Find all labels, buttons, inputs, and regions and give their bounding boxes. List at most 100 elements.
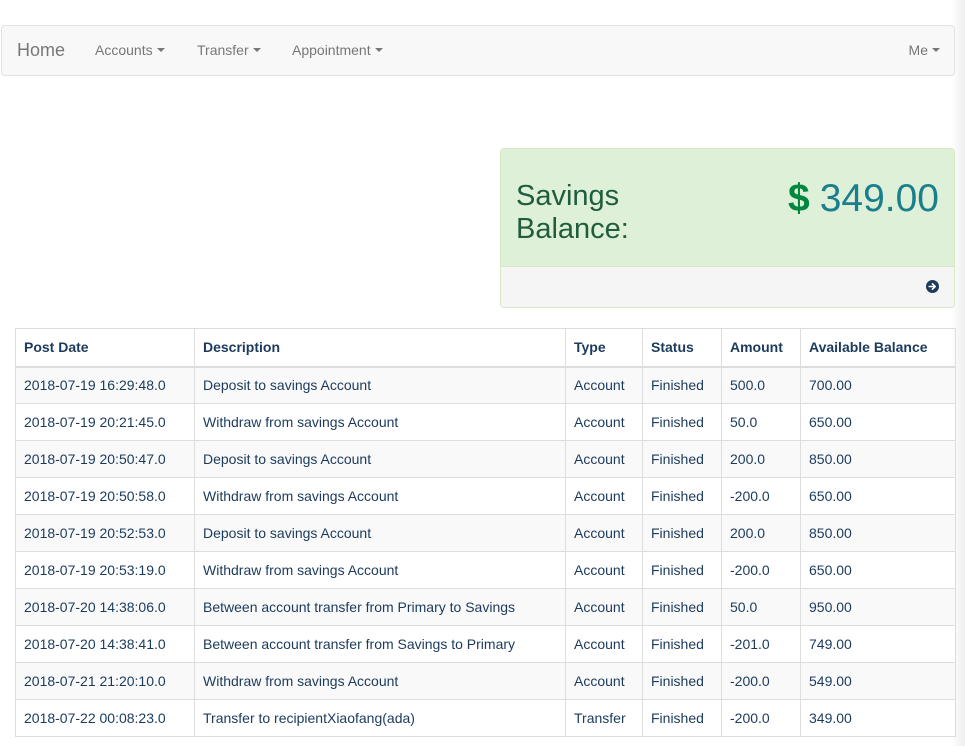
amount-cell: -201.0 [721, 625, 801, 663]
transactions-table-body: 2018-07-19 16:29:48.0 Deposit to savings … [15, 366, 956, 737]
table-row: 2018-07-21 21:20:10.0 Withdraw from savin… [15, 662, 956, 700]
description-cell: Withdraw from savings Account [194, 662, 566, 700]
post-date-cell: 2018-07-19 20:21:45.0 [15, 403, 195, 441]
type-cell: Account [565, 625, 643, 663]
status-cell: Finished [642, 477, 722, 515]
transactions-table-wrapper: Post Date Description Type Status Amount… [15, 328, 956, 737]
status-cell: Finished [642, 625, 722, 663]
transfer-dropdown-label: Transfer [197, 42, 249, 58]
amount-cell: 50.0 [721, 403, 801, 441]
table-row: 2018-07-20 14:38:41.0 Between account tra… [15, 625, 956, 663]
description-cell: Withdraw from savings Account [194, 477, 566, 515]
available-balance-cell: 850.00 [800, 440, 956, 478]
description-cell: Transfer to recipientXiaofang(ada) [194, 699, 566, 737]
post-date-cell: 2018-07-20 14:38:06.0 [15, 588, 195, 626]
table-row: 2018-07-19 20:52:53.0 Deposit to savings … [15, 514, 956, 552]
amount-cell: -200.0 [721, 477, 801, 515]
available-balance-cell: 650.00 [800, 551, 956, 589]
caret-down-icon [374, 48, 383, 53]
panel-footer [501, 267, 954, 307]
table-row: 2018-07-22 00:08:23.0 Transfer to recipie… [15, 699, 956, 737]
post-date-cell: 2018-07-19 20:50:47.0 [15, 440, 195, 478]
dollar-icon: $ [788, 177, 810, 220]
type-cell: Account [565, 440, 643, 478]
available-balance-cell: 749.00 [800, 625, 956, 663]
post-date-cell: 2018-07-19 20:52:53.0 [15, 514, 195, 552]
status-cell: Finished [642, 366, 722, 404]
table-row: 2018-07-20 14:38:06.0 Between account tra… [15, 588, 956, 626]
description-cell: Between account transfer from Savings to… [194, 625, 566, 663]
available-balance-cell: 650.00 [800, 477, 956, 515]
description-cell: Deposit to savings Account [194, 366, 566, 404]
transactions-table: Post Date Description Type Status Amount… [15, 328, 956, 737]
available-balance-cell: 650.00 [800, 403, 956, 441]
description-cell: Deposit to savings Account [194, 440, 566, 478]
appointment-dropdown[interactable]: Appointment [292, 26, 383, 75]
type-cell: Account [565, 477, 643, 515]
amount-cell: 200.0 [721, 440, 801, 478]
column-header[interactable]: Status [642, 328, 722, 368]
type-cell: Account [565, 551, 643, 589]
description-cell: Between account transfer from Primary to… [194, 588, 566, 626]
savings-balance-panel: Savings Balance: $349.00 [500, 148, 955, 308]
table-row: 2018-07-19 20:50:58.0 Withdraw from savin… [15, 477, 956, 515]
status-cell: Finished [642, 699, 722, 737]
type-cell: Transfer [565, 699, 643, 737]
balance-label: Savings Balance: [516, 180, 629, 245]
status-cell: Finished [642, 514, 722, 552]
available-balance-cell: 349.00 [800, 699, 956, 737]
description-cell: Deposit to savings Account [194, 514, 566, 552]
post-date-cell: 2018-07-22 00:08:23.0 [15, 699, 195, 737]
column-header[interactable]: Type [565, 328, 643, 368]
top-navbar: Home Accounts Transfer Appointment Me [1, 25, 955, 76]
post-date-cell: 2018-07-19 20:50:58.0 [15, 477, 195, 515]
accounts-dropdown[interactable]: Accounts [95, 26, 165, 75]
post-date-cell: 2018-07-19 16:29:48.0 [15, 366, 195, 404]
available-balance-cell: 549.00 [800, 662, 956, 700]
circle-arrow-right-icon[interactable] [926, 280, 939, 293]
balance-amount: $349.00 [788, 177, 939, 221]
accounts-dropdown-label: Accounts [95, 42, 153, 58]
description-cell: Withdraw from savings Account [194, 403, 566, 441]
user-menu-label: Me [908, 42, 928, 58]
amount-cell: -200.0 [721, 662, 801, 700]
user-menu-dropdown[interactable]: Me [909, 26, 940, 75]
table-row: 2018-07-19 20:53:19.0 Withdraw from savin… [15, 551, 956, 589]
caret-down-icon [932, 48, 940, 53]
available-balance-cell: 700.00 [800, 366, 956, 404]
status-cell: Finished [642, 403, 722, 441]
table-row: 2018-07-19 16:29:48.0 Deposit to savings … [15, 366, 956, 404]
type-cell: Account [565, 662, 643, 700]
caret-down-icon [252, 48, 261, 53]
amount-cell: 200.0 [721, 514, 801, 552]
description-cell: Withdraw from savings Account [194, 551, 566, 589]
post-date-cell: 2018-07-19 20:53:19.0 [15, 551, 195, 589]
type-cell: Account [565, 366, 643, 404]
post-date-cell: 2018-07-20 14:38:41.0 [15, 625, 195, 663]
amount-cell: 50.0 [721, 588, 801, 626]
transfer-dropdown[interactable]: Transfer [197, 26, 261, 75]
column-header[interactable]: Available Balance [800, 328, 956, 368]
type-cell: Account [565, 588, 643, 626]
post-date-cell: 2018-07-21 21:20:10.0 [15, 662, 195, 700]
column-header[interactable]: Post Date [15, 328, 195, 368]
available-balance-cell: 950.00 [800, 588, 956, 626]
caret-down-icon [156, 48, 165, 53]
balance-value: 349.00 [819, 177, 939, 220]
status-cell: Finished [642, 551, 722, 589]
table-row: 2018-07-19 20:50:47.0 Deposit to savings … [15, 440, 956, 478]
status-cell: Finished [642, 440, 722, 478]
available-balance-cell: 850.00 [800, 514, 956, 552]
appointment-dropdown-label: Appointment [292, 42, 371, 58]
panel-heading: Savings Balance: $349.00 [501, 149, 954, 267]
column-header[interactable]: Description [194, 328, 566, 368]
amount-cell: -200.0 [721, 551, 801, 589]
column-header[interactable]: Amount [721, 328, 801, 368]
home-link[interactable]: Home [17, 26, 65, 75]
amount-cell: 500.0 [721, 366, 801, 404]
amount-cell: -200.0 [721, 699, 801, 737]
table-row: 2018-07-19 20:21:45.0 Withdraw from savin… [15, 403, 956, 441]
status-cell: Finished [642, 662, 722, 700]
status-cell: Finished [642, 588, 722, 626]
type-cell: Account [565, 514, 643, 552]
